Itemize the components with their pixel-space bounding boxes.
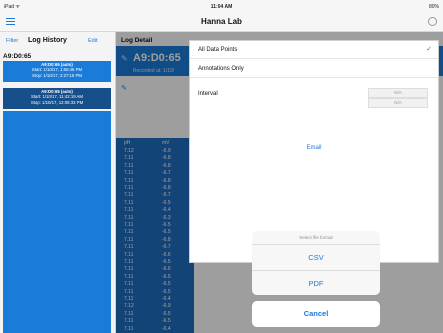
export-options-popover: All Data Points ✓ Annotations Only Inter…: [190, 41, 438, 262]
status-bar: iPad ᯤ 11:04 AM 80%: [0, 0, 443, 13]
option-annotations-only[interactable]: Annotations Only: [190, 61, 438, 78]
sidebar-title: Log History: [28, 37, 67, 44]
action-sheet-title: Select file format: [252, 231, 380, 245]
log-entry-selected[interactable]: A9:D0:65 (auto) Start: 1/10/17, 11:42:19…: [3, 88, 111, 109]
option-label: Annotations Only: [198, 66, 244, 72]
sidebar: Filter Log History Edit A9:D0:65 A9:D0:6…: [0, 32, 116, 333]
sidebar-header: Filter Log History Edit: [0, 32, 115, 46]
pdf-button[interactable]: PDF: [252, 271, 380, 295]
battery-level: 80%: [428, 4, 439, 10]
email-button[interactable]: Email: [190, 145, 438, 151]
option-all-data-points[interactable]: All Data Points ✓: [190, 42, 438, 59]
csv-button[interactable]: CSV: [252, 245, 380, 271]
interval-start-field[interactable]: N/A: [368, 88, 428, 98]
interval-label: Interval: [198, 91, 218, 97]
app-title: Hanna Lab: [201, 17, 242, 26]
nav-bar: Hanna Lab: [0, 13, 443, 32]
edit-button[interactable]: Edit: [88, 38, 97, 44]
interval-row: Interval N/A N/A: [190, 88, 438, 110]
file-format-action-sheet: Select file format CSV PDF: [252, 231, 380, 295]
log-entry[interactable]: A9:D0:65 (auto) Start: 1/10/17, 1:55:46 …: [3, 61, 111, 82]
checkmark-icon: ✓: [426, 46, 432, 53]
status-time: 11:04 AM: [210, 4, 233, 10]
settings-icon[interactable]: [428, 17, 437, 26]
log-entry-stop: Stop: 1/10/17, 12:08:33 PM: [30, 99, 84, 105]
device-group-title: A9:D0:65: [3, 53, 32, 60]
filter-button[interactable]: Filter: [6, 38, 18, 44]
log-entry-stop: Stop: 1/10/17, 2:27:15 PM: [32, 72, 82, 78]
interval-end-field[interactable]: N/A: [368, 98, 428, 108]
option-label: All Data Points: [198, 47, 238, 53]
cancel-button[interactable]: Cancel: [252, 301, 380, 327]
log-list-background: [3, 111, 111, 333]
